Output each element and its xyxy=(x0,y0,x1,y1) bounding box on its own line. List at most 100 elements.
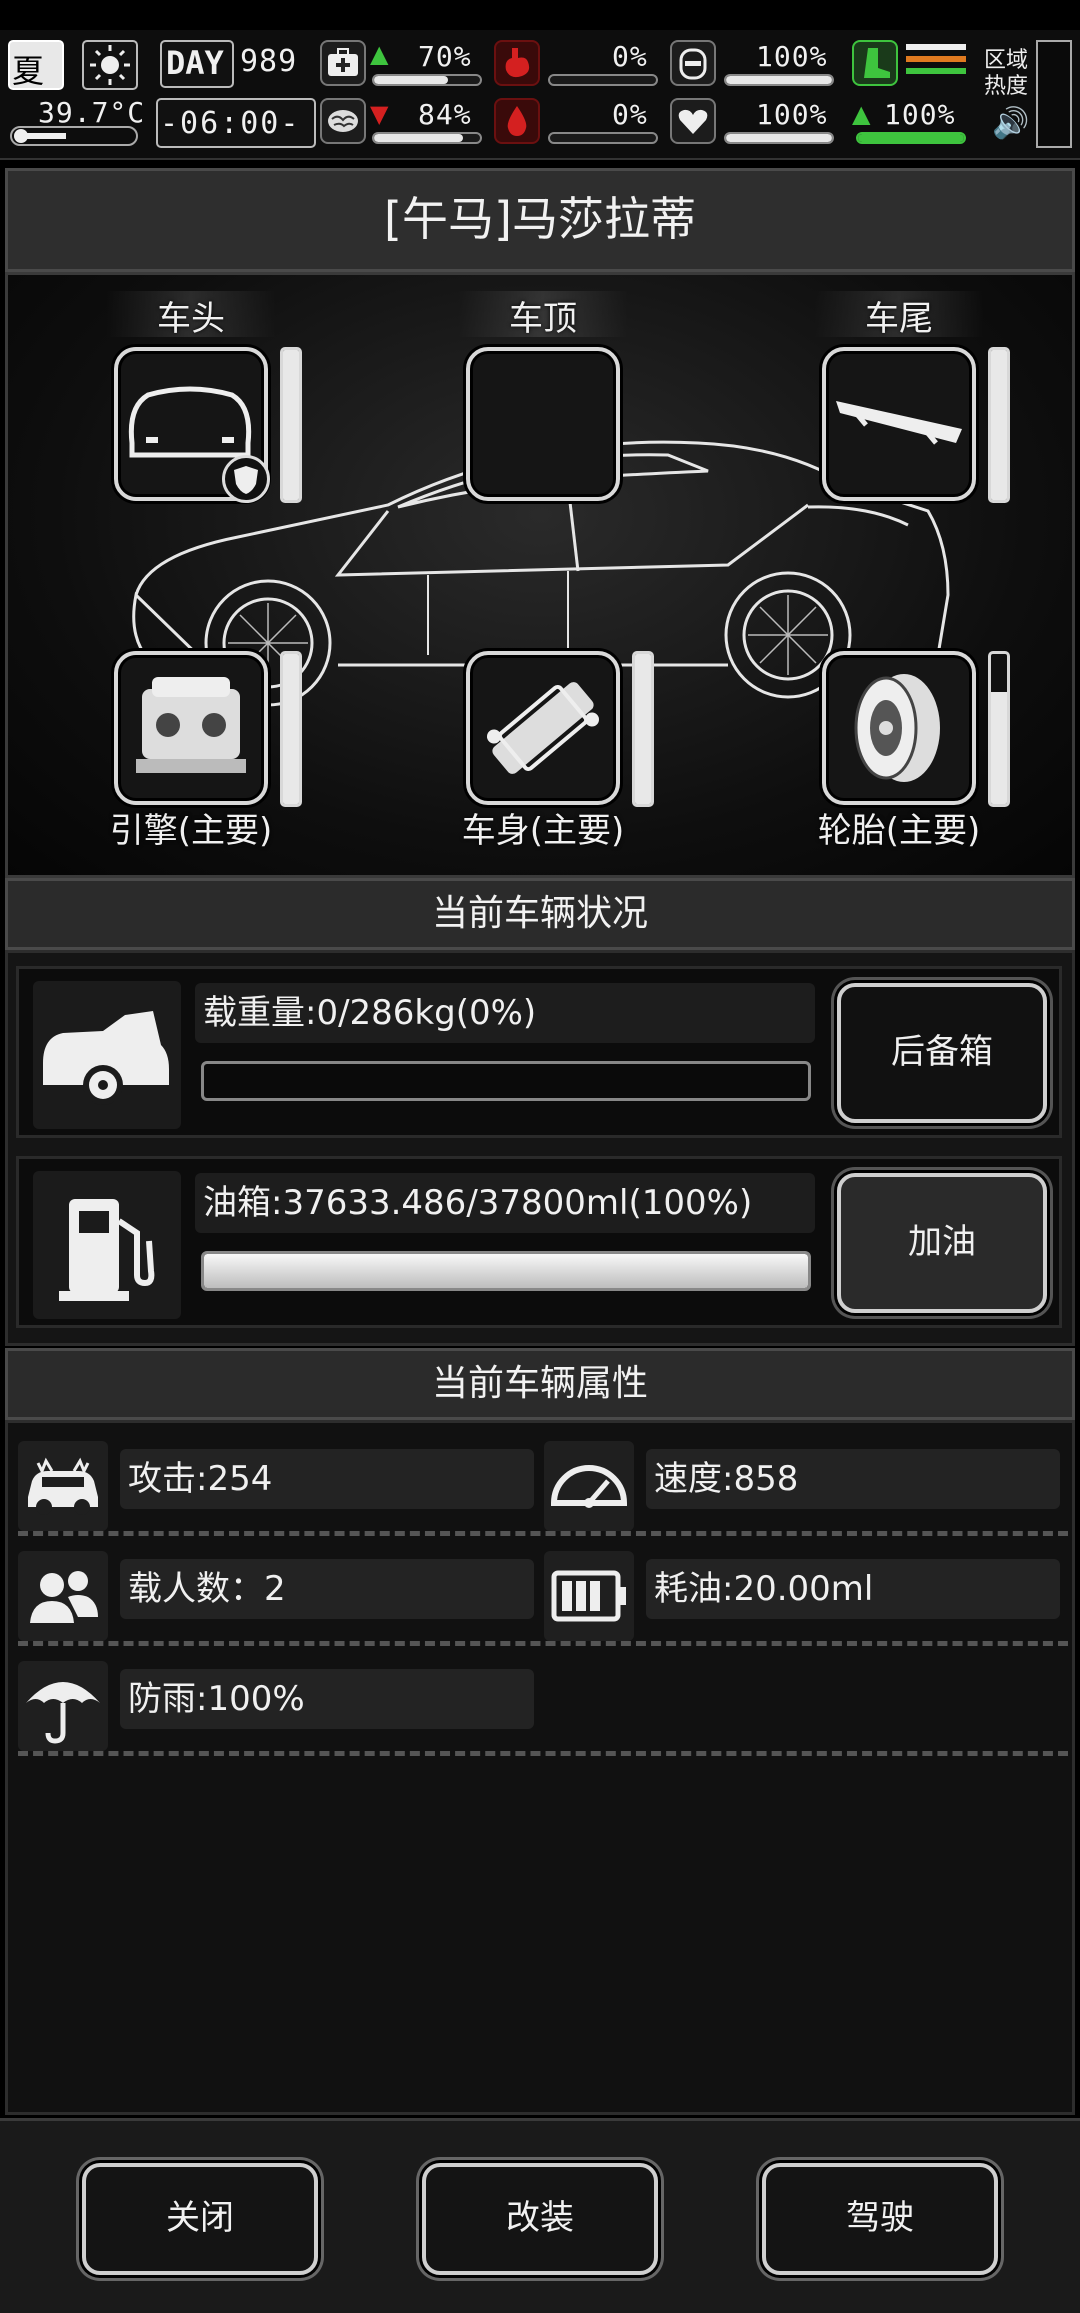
trunk-button[interactable]: 后备箱 xyxy=(837,983,1047,1123)
car-parts-panel: 车头 车顶 车尾 引擎(主要) 车身(主要) 轮胎(主要) xyxy=(5,272,1075,878)
part-label-roof: 车顶 xyxy=(509,299,577,339)
spiked-car-icon xyxy=(18,1441,108,1531)
attr-speed: 速度:858 xyxy=(544,1433,1064,1537)
part-label-rear: 车尾 xyxy=(865,299,933,339)
divider xyxy=(18,1641,1068,1646)
zone-heat-label: 区域 热度 xyxy=(984,48,1029,99)
part-slot-front[interactable] xyxy=(114,347,270,503)
vehicle-attrs-heading: 当前车辆属性 xyxy=(5,1348,1075,1420)
car-title: [午马]马莎拉蒂 xyxy=(384,192,696,246)
hunger-pct: 0% xyxy=(612,40,648,73)
footer-bar: 关闭 改装 驾驶 xyxy=(0,2118,1080,2313)
mood-pct: 84% xyxy=(418,98,472,131)
clock-box: -06:00- xyxy=(156,98,316,148)
umbrella-icon xyxy=(18,1661,108,1751)
battery-icon xyxy=(544,1551,634,1641)
day-badge: DAY xyxy=(160,40,234,88)
mood-down-arrow-icon: ▼ xyxy=(370,100,389,128)
thirst-bar xyxy=(548,132,658,144)
armor-pct: 100% xyxy=(756,40,828,73)
tire-icon xyxy=(854,674,940,782)
speed-label: 速度:858 xyxy=(646,1449,1060,1509)
temperature-readout: 39.7°C xyxy=(38,96,146,129)
health-pct: 70% xyxy=(418,40,472,73)
cargo-bar xyxy=(201,1061,811,1101)
part-slot-tires[interactable] xyxy=(822,651,976,805)
divider xyxy=(18,1751,1068,1756)
part-label-tires: 轮胎(主要) xyxy=(817,811,981,851)
rear-spoiler-icon xyxy=(836,401,962,445)
car-frame-icon xyxy=(486,682,600,774)
speedometer-icon xyxy=(544,1441,634,1531)
fuel-row: 油箱:37633.486/37800ml(100%) 加油 xyxy=(16,1156,1062,1328)
sound-icon[interactable]: 🔊 xyxy=(992,106,1029,141)
part-durability-rear xyxy=(988,347,1010,503)
refuel-button[interactable]: 加油 xyxy=(837,1173,1047,1313)
boot-icon xyxy=(852,40,898,86)
zone-heat-meter xyxy=(1036,40,1072,148)
part-durability-body xyxy=(632,651,654,807)
cargo-row: 载重量:0/286kg(0%) 后备箱 xyxy=(16,966,1062,1138)
water-drop-icon xyxy=(494,98,540,144)
part-label-engine: 引擎(主要) xyxy=(109,811,273,851)
attr-attack: 攻击:254 xyxy=(18,1433,538,1537)
stamina-bar xyxy=(856,132,966,144)
season-badge: 夏 xyxy=(8,40,64,90)
car-trunk-icon xyxy=(33,981,181,1129)
brain-icon xyxy=(320,98,366,144)
mood-bar xyxy=(372,132,482,144)
stamina-pct: 100% xyxy=(884,98,956,131)
sun-icon xyxy=(82,40,138,90)
fuel-pump-icon xyxy=(33,1171,181,1319)
modify-button[interactable]: 改装 xyxy=(422,2163,658,2275)
part-slot-rear[interactable] xyxy=(822,347,976,501)
attack-label: 攻击:254 xyxy=(120,1449,534,1509)
engine-icon xyxy=(136,677,246,773)
fuel-use-label: 耗油:20.00ml xyxy=(646,1559,1060,1619)
close-button[interactable]: 关闭 xyxy=(82,2163,318,2275)
seats-label: 载人数：2 xyxy=(120,1559,534,1619)
rainproof-label: 防雨:100% xyxy=(120,1669,534,1729)
attr-seats: 载人数：2 xyxy=(18,1543,538,1647)
part-durability-front xyxy=(280,347,302,503)
cargo-label: 载重量:0/286kg(0%) xyxy=(195,983,815,1043)
status-bar: 夏 39.7°C DAY 989 -06:00- ▲ 70% ▼ 84% 0% … xyxy=(0,30,1080,160)
fuel-bar xyxy=(201,1251,811,1291)
armor-bar xyxy=(724,74,834,86)
attr-fuel-use: 耗油:20.00ml xyxy=(544,1543,1064,1647)
part-label-front: 车头 xyxy=(157,299,225,339)
stamina-up-arrow-icon: ▲ xyxy=(852,100,871,128)
vehicle-attrs-title: 当前车辆属性 xyxy=(431,1363,648,1404)
health-up-arrow-icon: ▲ xyxy=(370,40,389,68)
thirst-pct: 0% xyxy=(612,98,648,131)
heart-bar xyxy=(724,132,834,144)
car-title-bar: [午马]马莎拉蒂 xyxy=(5,168,1075,272)
health-bar xyxy=(372,74,482,86)
clock-readout: -06:00- xyxy=(160,106,301,141)
attr-rainproof: 防雨:100% xyxy=(18,1653,538,1757)
season-label: 夏 xyxy=(12,52,45,90)
shield-badge-icon xyxy=(222,455,270,503)
day-label: DAY xyxy=(166,44,224,82)
helmet-icon xyxy=(670,40,716,86)
vehicle-status-title: 当前车辆状况 xyxy=(431,893,648,934)
hunger-bar xyxy=(548,74,658,86)
part-slot-engine[interactable] xyxy=(114,651,268,805)
stomach-icon xyxy=(494,40,540,86)
heart-icon xyxy=(670,98,716,144)
medkit-icon xyxy=(320,40,366,86)
part-durability-engine xyxy=(280,651,302,807)
stamina-stripes-icon xyxy=(906,44,966,84)
day-number: 989 xyxy=(240,44,298,79)
thermometer-icon xyxy=(10,126,138,146)
part-slot-roof[interactable] xyxy=(466,347,620,501)
part-durability-tires xyxy=(988,651,1010,807)
part-label-body: 车身(主要) xyxy=(461,811,625,851)
part-slot-body[interactable] xyxy=(466,651,620,805)
vehicle-status-heading: 当前车辆状况 xyxy=(5,878,1075,950)
vehicle-attrs-panel: 攻击:254 速度:858 载人数：2 耗油:20.00ml 防雨:100% xyxy=(5,1420,1075,2115)
fuel-label: 油箱:37633.486/37800ml(100%) xyxy=(195,1173,815,1233)
people-icon xyxy=(18,1551,108,1641)
heart-pct: 100% xyxy=(756,98,828,131)
drive-button[interactable]: 驾驶 xyxy=(762,2163,998,2275)
